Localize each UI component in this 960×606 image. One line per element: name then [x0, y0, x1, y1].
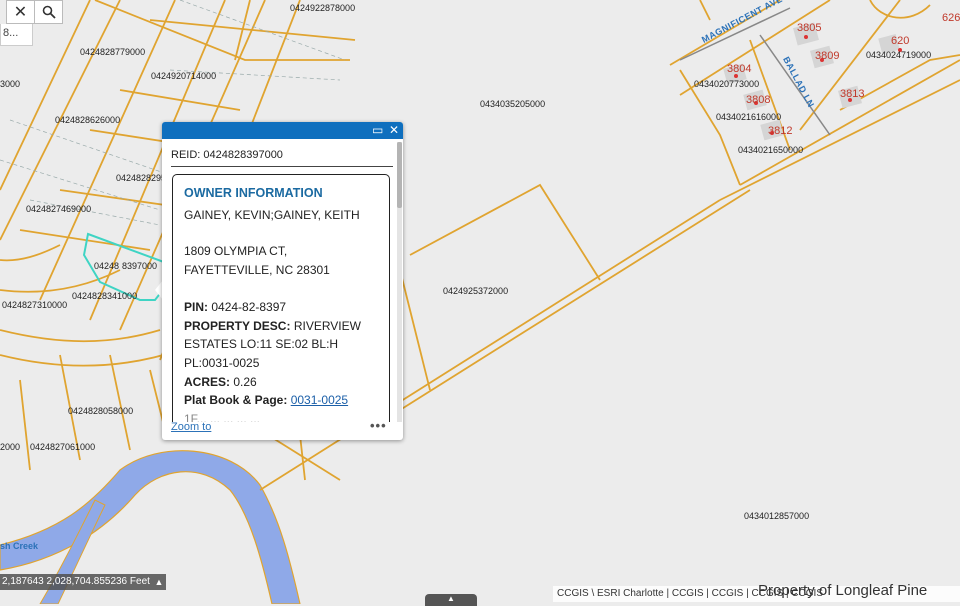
pin-label: PIN: [184, 299, 208, 314]
parcel-label: 0424828779000 [80, 47, 146, 57]
expand-panel-handle[interactable]: ▲ [425, 594, 477, 606]
close-icon[interactable]: ✕ [389, 123, 399, 138]
parcel-label: 3000 [0, 79, 21, 89]
watermark: Property of Longleaf Pine [758, 582, 928, 599]
map-canvas[interactable] [0, 0, 960, 604]
popup-header: ▭ ✕ [162, 122, 403, 139]
address-label: 3812 [768, 125, 793, 137]
address-label: 3813 [840, 88, 865, 100]
cut-off-text: 1F... ... ... ... ... [184, 412, 261, 422]
close-button[interactable]: ✕ [6, 0, 35, 24]
parcel-label: 0424827061000 [30, 442, 96, 452]
chevron-up-icon[interactable]: ▲ [152, 574, 166, 590]
maximize-icon[interactable]: ▭ [372, 123, 383, 138]
more-options-button[interactable]: ••• [370, 418, 387, 433]
parcel-label: 8397000 [122, 261, 158, 271]
address-label: 626 [942, 12, 960, 24]
creek-label: sh Creek [0, 541, 39, 551]
desc-label: PROPERTY DESC: [184, 318, 291, 333]
parcel-label: 0434020773000 [694, 79, 760, 89]
parcel-label: 0424828058000 [68, 406, 134, 416]
search-input[interactable]: 8... [0, 24, 33, 46]
parcel-label: 0434024719000 [866, 50, 932, 60]
address-label: 3804 [727, 63, 752, 75]
address-label: 3805 [797, 22, 822, 34]
desc-line-3: PL:0031-0025 [184, 355, 260, 370]
reid-label: REID: 0424828397000 [171, 149, 283, 161]
platbook-label: Plat Book & Page: [184, 393, 288, 408]
platbook-row: Plat Book & Page: 0031-0025 [184, 391, 389, 410]
parcel-label: 0424922878000 [290, 3, 356, 13]
parcel-label: 0424827310000 [2, 300, 68, 310]
search-icon [42, 5, 56, 19]
parcel-label: 0434021616000 [716, 112, 782, 122]
address-line-2: FAYETTEVILLE, NC 28301 [184, 263, 330, 278]
section-title: OWNER INFORMATION [184, 186, 323, 200]
desc-line-2: ESTATES LO:11 SE:02 BL:H [184, 337, 339, 352]
parcel-label: 0424828295 [116, 173, 167, 183]
desc-row: PROPERTY DESC: RIVERVIEW [184, 317, 389, 336]
acres-row: ACRES: 0.26 [184, 373, 389, 392]
parcel-label: 0424828626000 [55, 115, 121, 125]
pin-row: PIN: 0424-82-8397 [184, 298, 389, 317]
info-popup: ▭ ✕ REID: 0424828397000 OWNER INFORMATIO… [162, 122, 403, 440]
zoom-to-link[interactable]: Zoom to [171, 421, 211, 433]
acres-label: ACRES: [184, 374, 231, 389]
platbook-link[interactable]: 0031-0025 [291, 393, 348, 407]
owner-name: GAINEY, KEVIN;GAINEY, KEITH [184, 207, 360, 222]
pin-value: 0424-82-8397 [211, 299, 287, 314]
parcel-label: 0424925372000 [443, 286, 509, 296]
address-line-1: 1809 OLYMPIA CT, [184, 244, 288, 259]
popup-scrollbar[interactable] [397, 142, 402, 422]
address-label: 3809 [815, 50, 840, 62]
owner-card: OWNER INFORMATION GAINEY, KEVIN;GAINEY, … [172, 174, 390, 422]
acres-value: 0.26 [233, 374, 257, 389]
address-label: 620 [891, 35, 910, 47]
parcel-label: 0434012857000 [744, 511, 810, 521]
address-label: 3808 [746, 94, 771, 106]
coordinate-readout: 2,187643 2,028,704.855236 Feet [0, 574, 152, 590]
parcel-lines [0, 0, 960, 491]
parcel-label: 0434035205000 [480, 99, 546, 109]
desc-value: RIVERVIEW [293, 318, 361, 333]
parcel-label: 2000 [0, 442, 21, 452]
search-button[interactable] [34, 0, 63, 24]
close-icon: ✕ [13, 4, 28, 21]
parcel-label: 0424827469000 [26, 204, 92, 214]
parcel-label: 0434021650000 [738, 145, 804, 155]
scrollbar-thumb[interactable] [397, 142, 402, 208]
divider [171, 166, 393, 167]
parcel-label: 04248 [94, 261, 120, 271]
parcel-label: 0424920714000 [151, 71, 217, 81]
parcel-label: 0424828341000 [72, 291, 138, 301]
